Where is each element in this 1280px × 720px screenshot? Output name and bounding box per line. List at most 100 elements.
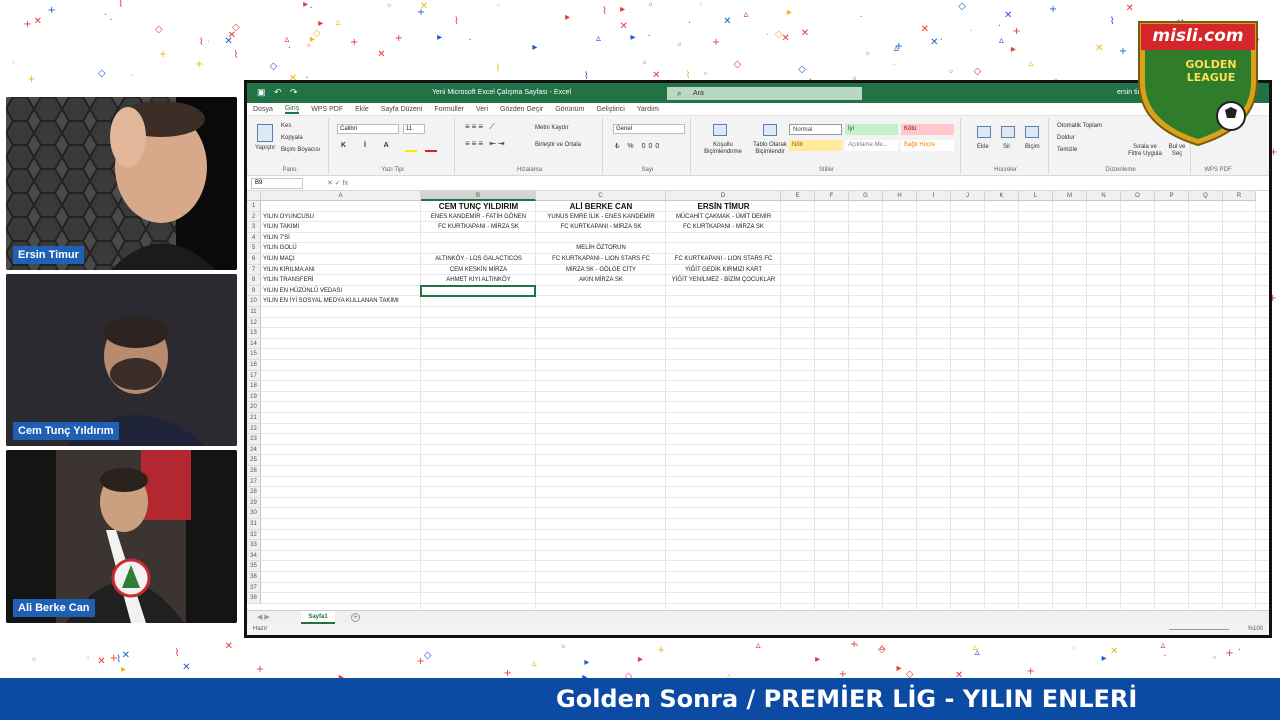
column-header-j[interactable]: J [951, 191, 985, 201]
row-header[interactable]: 2 [247, 211, 261, 223]
zoom-level[interactable]: %100 [1248, 626, 1263, 632]
category-cell[interactable]: YILIN EN HÜZÜNLÜ VEDASI [263, 286, 419, 297]
fill-button[interactable]: Doldur [1057, 135, 1075, 141]
cut-button[interactable]: Kes [281, 123, 291, 129]
ribbon-tab-8[interactable]: Görünüm [555, 106, 584, 113]
conditional-format-button[interactable]: Koşullu Biçimlendirme [699, 142, 747, 156]
insert-cells-icon[interactable] [977, 126, 991, 138]
format-button[interactable]: Biçim [1025, 144, 1040, 150]
column-header-p[interactable]: P [1155, 191, 1189, 201]
row-header[interactable]: 21 [247, 413, 261, 424]
selected-cell[interactable] [420, 284, 536, 298]
sheet-tab-1[interactable]: Sayfa1 [301, 611, 335, 624]
vote-cell[interactable]: FC KURTKAPANI - MİRZA SK [538, 222, 664, 233]
align-icons-top[interactable]: ≡≡≡ ⟋ [465, 122, 497, 132]
row-header[interactable]: 25 [247, 455, 261, 466]
column-header-h[interactable]: H [883, 191, 917, 201]
vote-cell[interactable]: MÜCAHİT ÇAKMAK - ÜMİT DEMİR [668, 212, 779, 223]
ribbon-tab-9[interactable]: Geliştirici [596, 106, 624, 113]
row-header[interactable]: 6 [247, 254, 261, 265]
format-table-icon[interactable] [763, 124, 777, 136]
column-header-f[interactable]: F [815, 191, 849, 201]
vote-cell[interactable]: AKIN MİRZA SK [538, 275, 664, 286]
header-cell[interactable]: CEM TUNÇ YILDIRIM [423, 201, 534, 212]
highlight-color-icon[interactable] [405, 150, 417, 152]
name-box[interactable]: B9 [251, 178, 303, 189]
row-header[interactable]: 29 [247, 497, 261, 509]
category-cell[interactable]: YILIN 7'Sİ [263, 233, 419, 244]
vote-cell[interactable]: FC KURTKAPANI - LION STARS FC [668, 254, 779, 265]
vote-cell[interactable]: CEM KESKİN MİRZA [423, 265, 534, 276]
vote-cell[interactable]: YUNUS EMRE İLİK - ENES KANDEMİR [538, 212, 664, 223]
row-header[interactable]: 31 [247, 519, 261, 530]
delete-button[interactable]: Sil [1003, 144, 1010, 150]
delete-cells-icon[interactable] [1001, 126, 1015, 138]
row-header[interactable]: 8 [247, 275, 261, 286]
font-size-select[interactable]: 11 [403, 124, 425, 134]
format-painter-button[interactable]: Biçim Boyacısı [281, 147, 320, 153]
font-style-buttons[interactable]: K İ A [341, 142, 397, 149]
column-header-a[interactable]: A [261, 191, 421, 201]
style-bad[interactable]: Kötü [901, 124, 954, 135]
category-cell[interactable]: YILIN OYUNCUSU [263, 212, 419, 223]
font-select[interactable]: Calibri [337, 124, 399, 134]
row-header[interactable]: 32 [247, 529, 261, 541]
vote-cell[interactable]: YİĞİT GEDİK KIRMIZI KART [668, 265, 779, 276]
search-box[interactable]: ⌕ Ara [667, 87, 862, 100]
add-sheet-icon[interactable]: + [351, 613, 360, 622]
row-header[interactable]: 38 [247, 593, 261, 604]
column-header-g[interactable]: G [849, 191, 883, 201]
paste-icon[interactable] [257, 124, 273, 142]
row-header[interactable]: 1 [247, 201, 261, 212]
row-header[interactable]: 12 [247, 317, 261, 329]
merge-center-button[interactable]: Birleştir ve Ortala [535, 142, 581, 148]
category-cell[interactable]: YILIN TRANSFERİ [263, 275, 419, 286]
row-header[interactable]: 20 [247, 402, 261, 413]
vote-cell[interactable]: FC KURTKAPANI - MİRZA SK [668, 222, 779, 233]
row-header[interactable]: 11 [247, 307, 261, 318]
style-good[interactable]: İyi [845, 124, 898, 135]
row-header[interactable]: 14 [247, 338, 261, 350]
header-cell[interactable]: ERSİN TİMUR [668, 201, 779, 212]
quick-access-icons[interactable]: ▣ ↶ ↷ [257, 87, 301, 98]
column-header-e[interactable]: E [781, 191, 815, 201]
number-format-icons[interactable]: ₺ % 000 [615, 142, 662, 150]
ribbon-tab-1[interactable]: Giriş [284, 105, 300, 114]
column-header-r[interactable]: R [1223, 191, 1256, 201]
zoom-slider[interactable] [1169, 629, 1229, 630]
row-header[interactable]: 17 [247, 370, 261, 382]
header-cell[interactable]: ALİ BERKE CAN [538, 201, 664, 212]
row-header[interactable]: 16 [247, 360, 261, 371]
column-header-c[interactable]: C [536, 191, 666, 201]
vote-cell[interactable]: ENES KANDEMİR - FATİH GÖNEN [423, 212, 534, 223]
wrap-text-button[interactable]: Metni Kaydır [535, 125, 569, 131]
row-header[interactable]: 37 [247, 582, 261, 594]
format-table-button[interactable]: Tablo Olarak Biçimlendir [747, 142, 793, 156]
row-header[interactable]: 18 [247, 381, 261, 392]
row-header[interactable]: 3 [247, 222, 261, 233]
style-linked[interactable]: Bağlı Hücre [901, 140, 954, 151]
column-header-i[interactable]: I [917, 191, 951, 201]
select-all-corner[interactable] [247, 191, 261, 201]
paste-button[interactable]: Yapıştır [255, 145, 275, 151]
row-header[interactable]: 5 [247, 243, 261, 254]
ribbon-tab-4[interactable]: Sayfa Düzeni [381, 106, 423, 113]
font-color-icon[interactable] [425, 150, 437, 152]
vote-cell[interactable]: MELİH ÖZTORUN [538, 243, 664, 254]
autosum-button[interactable]: Otomatik Toplam [1057, 123, 1102, 129]
vote-cell[interactable]: FC KURTKAPANI - LION STARS FC [538, 254, 664, 265]
column-header-d[interactable]: D [666, 191, 781, 201]
row-header[interactable]: 36 [247, 572, 261, 583]
category-cell[interactable]: YILIN MAÇI [263, 254, 419, 265]
row-header[interactable]: 22 [247, 423, 261, 435]
row-header[interactable]: 13 [247, 328, 261, 339]
category-cell[interactable]: YILIN GOLÜ [263, 243, 419, 254]
column-header-q[interactable]: Q [1189, 191, 1223, 201]
column-header-n[interactable]: N [1087, 191, 1121, 201]
row-header[interactable]: 4 [247, 232, 261, 244]
row-header[interactable]: 9 [247, 285, 261, 297]
row-header[interactable]: 28 [247, 487, 261, 498]
category-cell[interactable]: YILIN TAKIMI [263, 222, 419, 233]
vote-cell[interactable]: MİRZA SK - GÖLGE CİTY [538, 265, 664, 276]
align-icons-bottom[interactable]: ≡≡≡ ⇤⇥ [465, 139, 507, 148]
